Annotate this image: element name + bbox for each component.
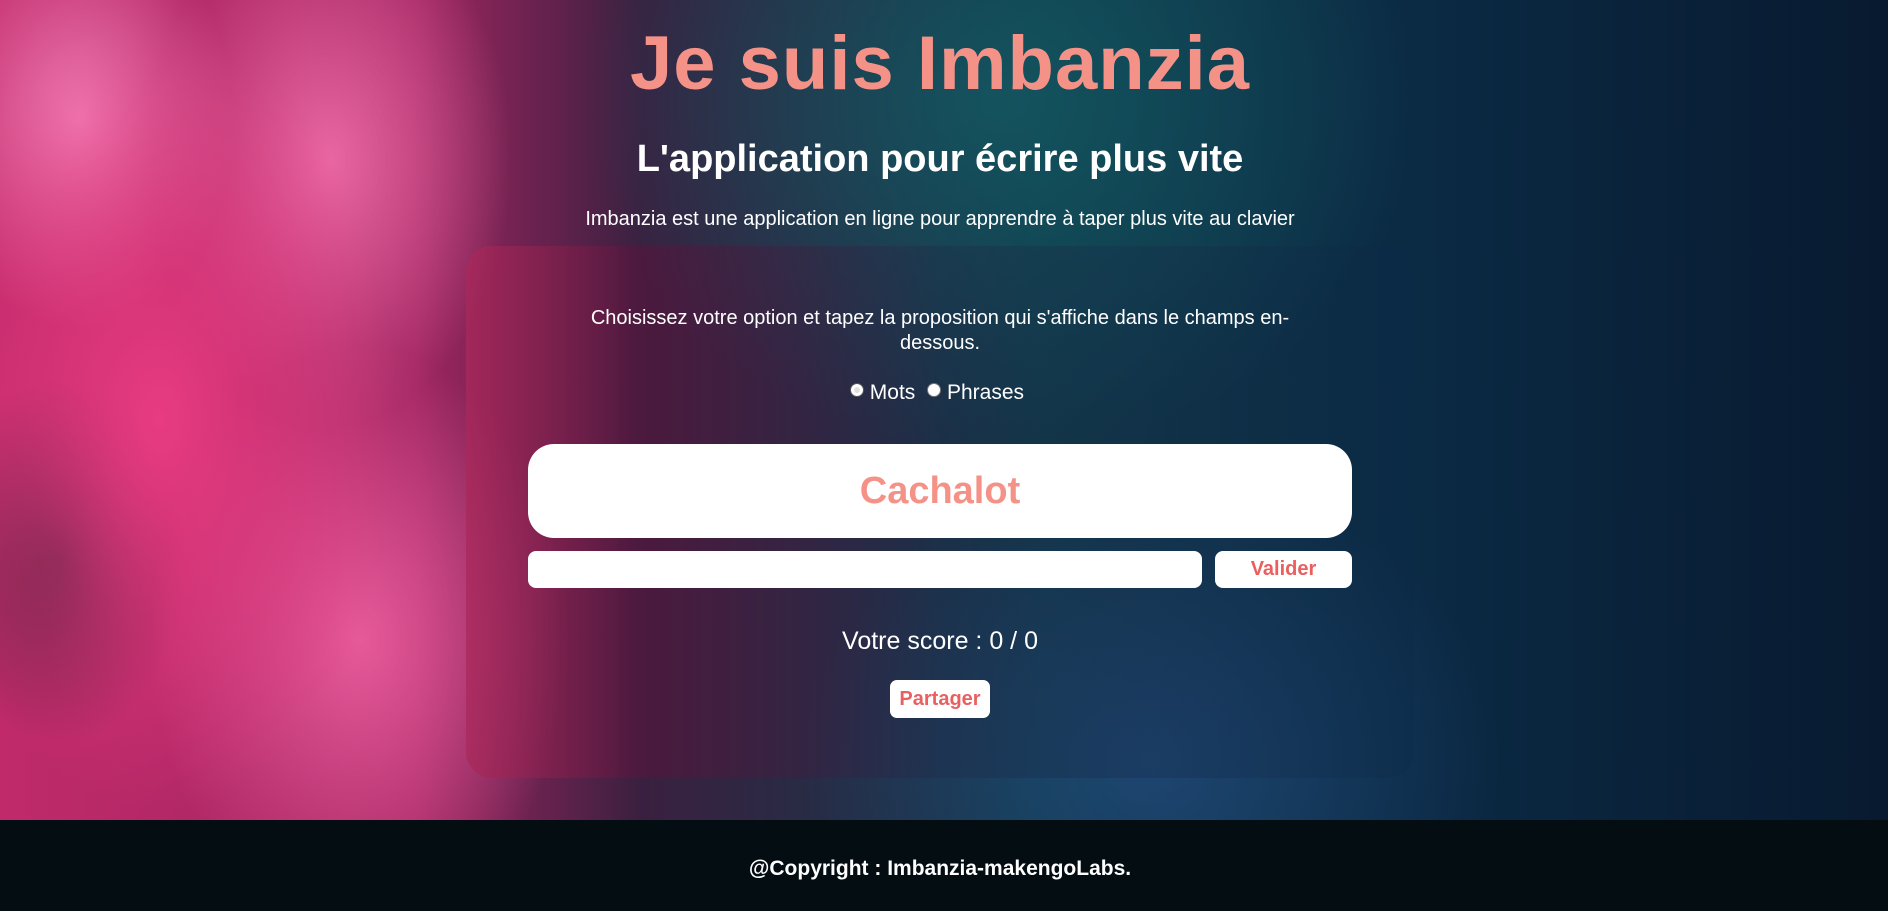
instructions-text: Choisissez votre option et tapez la prop…: [590, 307, 1290, 354]
prompt-word-display: Cachalot: [528, 444, 1352, 538]
radio-mots[interactable]: [849, 383, 864, 397]
footer-copyright: @Copyright : Imbanzia-makengoLabs.: [748, 857, 1132, 880]
page-title: Je suis Imbanzia: [629, 21, 1251, 106]
answer-input[interactable]: [528, 551, 1202, 588]
radio-phrases-label[interactable]: Phrases: [947, 381, 1024, 404]
score-text: Votre score : 0 / 0: [842, 627, 1038, 655]
radio-phrases[interactable]: [927, 383, 942, 397]
share-button[interactable]: Partager: [890, 680, 990, 718]
page-description: Imbanzia est une application en ligne po…: [585, 208, 1295, 230]
prompt-word: Cachalot: [859, 469, 1021, 512]
mode-options: Mots Phrases: [0, 381, 1880, 405]
page-subtitle: L'application pour écrire plus vite: [636, 138, 1244, 180]
validate-button[interactable]: Valider: [1215, 551, 1352, 588]
radio-mots-label[interactable]: Mots: [870, 381, 916, 404]
